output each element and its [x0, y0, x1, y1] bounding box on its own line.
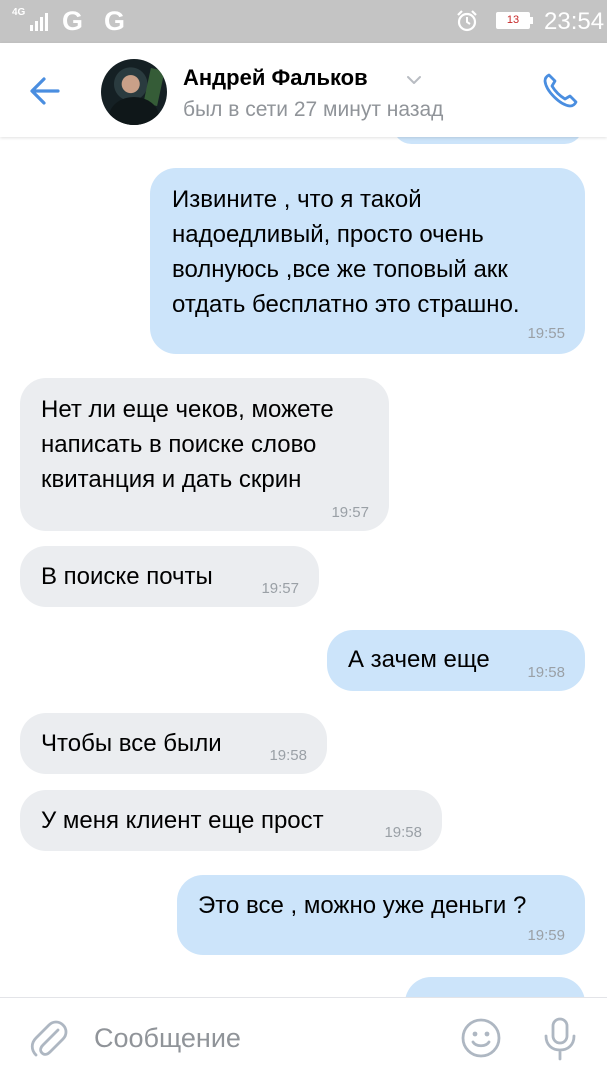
message-composer — [0, 997, 607, 1080]
message-bubble-incoming[interactable]: В поиске почты 19:57 — [20, 546, 319, 607]
message-time: 19:59 — [527, 927, 565, 944]
phone-icon[interactable] — [540, 69, 582, 111]
message-text-line: волнуюсь ,все же топовый акк — [172, 256, 508, 283]
battery-level: 13 — [506, 14, 520, 26]
message-bubble-outgoing[interactable]: Извините , что я такой надоедливый, прос… — [150, 168, 585, 354]
message-bubble-incoming[interactable]: У меня клиент еще прост 19:58 — [20, 790, 442, 851]
message-input[interactable] — [94, 1018, 424, 1058]
back-arrow-icon[interactable] — [24, 71, 66, 111]
smile-icon[interactable] — [460, 1017, 502, 1059]
status-bar: 4G G G 13 23:54 — [0, 0, 607, 43]
message-time: 19:58 — [527, 664, 565, 681]
message-text-line: написать в поиске слово — [41, 431, 317, 458]
chevron-down-icon[interactable] — [406, 75, 422, 85]
message-bubble-partial[interactable] — [393, 137, 583, 144]
message-time: 19:55 — [527, 325, 565, 342]
message-text-line: У меня клиент еще прост — [41, 807, 324, 834]
message-text-line: Извините , что я такой — [172, 186, 422, 213]
message-text-line: квитанция и дать скрин — [41, 466, 302, 493]
chat-header: Андрей Фальков был в сети 27 минут назад — [0, 43, 607, 137]
signal-icon — [30, 13, 48, 31]
g-icon: G — [104, 6, 126, 36]
g-icon: G — [62, 6, 84, 36]
message-text-line: Нет ли еще чеков, можете — [41, 396, 334, 423]
message-time: 19:58 — [384, 824, 422, 841]
paperclip-icon[interactable] — [28, 1016, 68, 1060]
message-text-line: отдать бесплатно это страшно. — [172, 291, 520, 318]
clock: 23:54 — [544, 8, 605, 35]
message-bubble-outgoing[interactable]: Это все , можно уже деньги ? 19:59 — [177, 875, 585, 955]
message-list: Извините , что я такой надоедливый, прос… — [0, 137, 607, 997]
battery-nub — [530, 17, 533, 24]
message-bubble-incoming[interactable]: Чтобы все были 19:58 — [20, 713, 327, 774]
message-bubble-outgoing[interactable]: А зачем еще 19:58 — [327, 630, 585, 691]
message-text-line: А зачем еще — [348, 646, 490, 673]
message-bubble-incoming[interactable]: Нет ли еще чеков, можете написать в поис… — [20, 378, 389, 531]
contact-name[interactable]: Андрей Фальков — [183, 65, 368, 91]
message-bubble-partial[interactable] — [405, 977, 585, 997]
message-text-line: Это все , можно уже деньги ? — [198, 892, 527, 919]
message-time: 19:57 — [331, 504, 369, 521]
message-text-line: надоедливый, просто очень — [172, 221, 484, 248]
alarm-icon — [457, 10, 477, 32]
microphone-icon[interactable] — [540, 1016, 580, 1062]
message-text-line: В поиске почты — [41, 563, 213, 590]
message-time: 19:57 — [261, 580, 299, 597]
message-text-line: Чтобы все были — [41, 730, 222, 757]
contact-status: был в сети 27 минут назад — [183, 98, 444, 121]
avatar[interactable] — [101, 59, 167, 125]
message-time: 19:58 — [269, 747, 307, 764]
network-type: 4G — [12, 7, 26, 18]
